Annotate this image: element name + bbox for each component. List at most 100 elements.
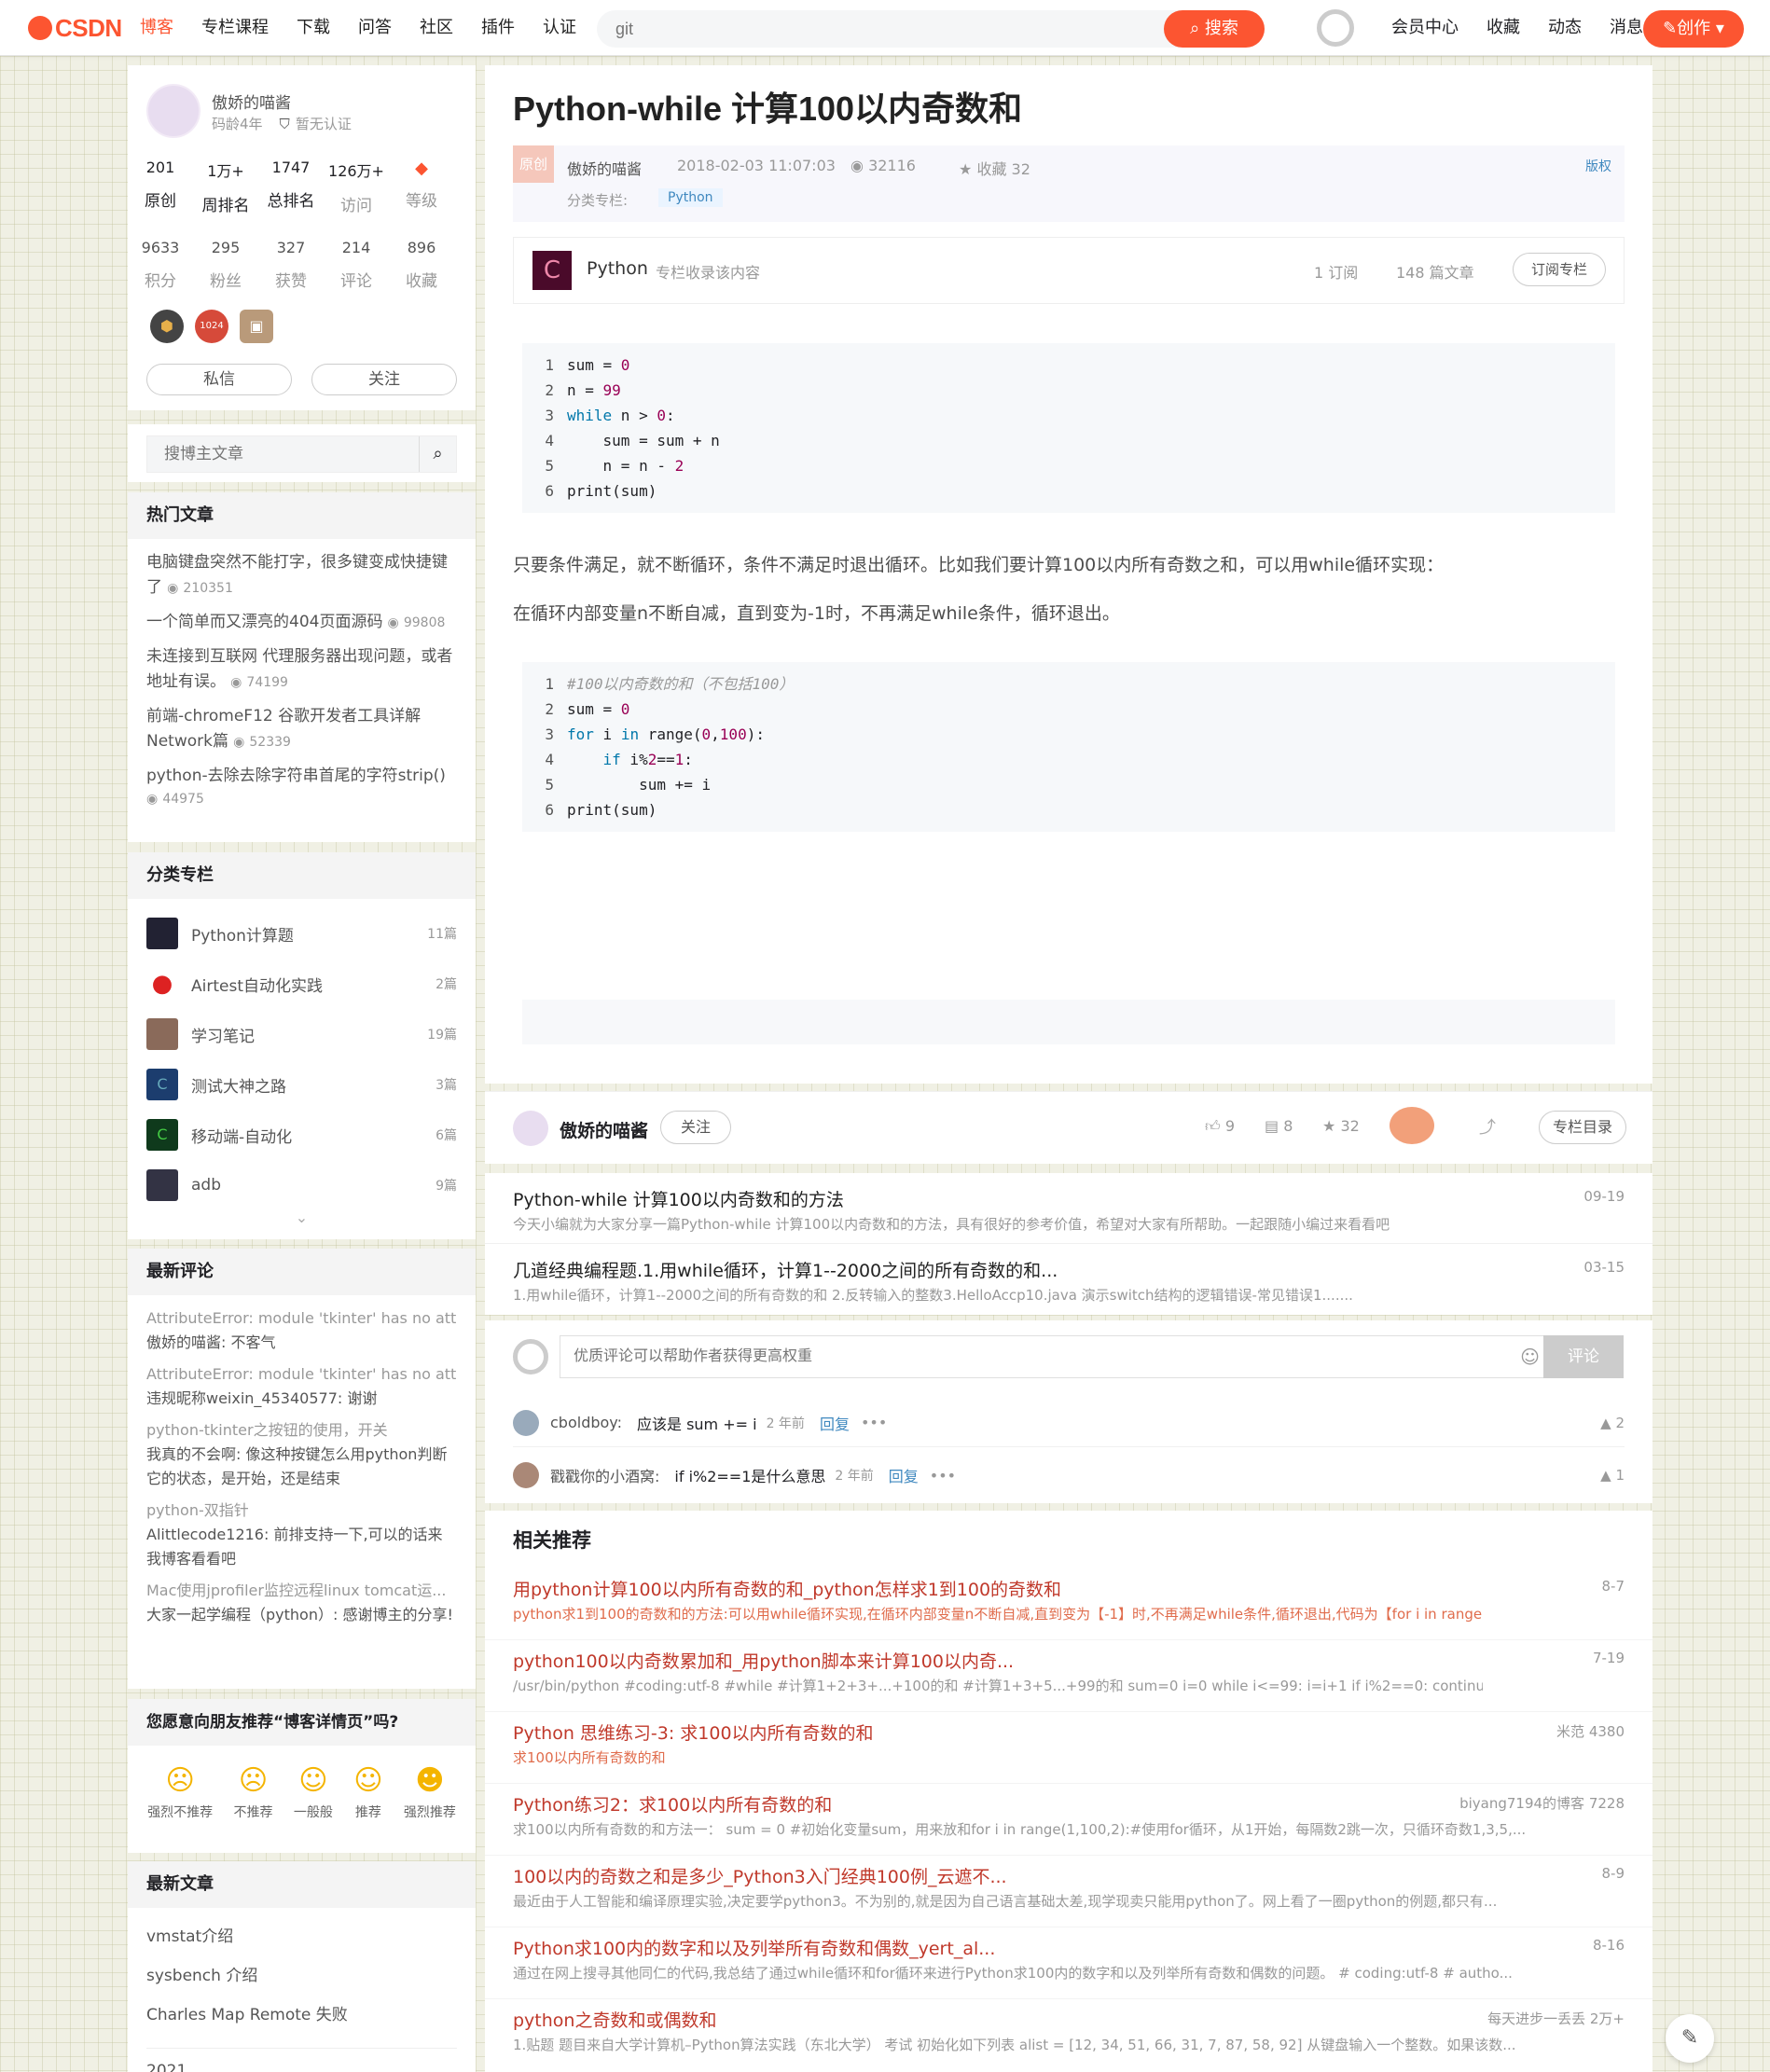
edit-float-icon[interactable]: ✎ bbox=[1666, 2014, 1714, 2063]
survey-title: 您愿意向朋友推荐“博客详情页”吗? bbox=[128, 1699, 476, 1746]
reward-icon[interactable] bbox=[1390, 1107, 1434, 1144]
badge-1024-icon[interactable]: 1024 bbox=[195, 310, 228, 343]
comment-item[interactable]: Mac使用jprofiler监控远程linux tomcat运... 大家一起学编… bbox=[146, 1579, 457, 1627]
chevron-down-icon[interactable]: ⌄ bbox=[128, 1209, 476, 1226]
subscribe-button[interactable]: 订阅专栏 bbox=[1513, 253, 1606, 286]
emoji-icon[interactable]: ☺ bbox=[1520, 1346, 1540, 1368]
comment-like[interactable]: ▲ 1 bbox=[1600, 1467, 1625, 1484]
recommend-item[interactable]: Python-while 计算100以内奇数和的方法 今天小编就为大家分享一篇P… bbox=[485, 1173, 1652, 1244]
favorite-button[interactable]: ★ 32 bbox=[1322, 1117, 1360, 1135]
badge-hex-icon[interactable]: ⬢ bbox=[150, 310, 184, 343]
stat-total-rank[interactable]: 1747 总排名 bbox=[258, 159, 324, 215]
related-item[interactable]: Python 思维练习-3: 求100以内所有奇数的和 求100以内所有奇数的和米… bbox=[485, 1712, 1652, 1784]
more-icon[interactable]: ••• bbox=[861, 1414, 887, 1431]
category-item[interactable]: adb 9篇 bbox=[146, 1160, 457, 1210]
related-item[interactable]: python100以内奇数累加和_用python脚本来计算100以内奇.../u… bbox=[485, 1640, 1652, 1712]
hot-item[interactable]: 一个简单而又漂亮的404页面源码 ◉ 99808 bbox=[146, 610, 457, 635]
meta-fav[interactable]: ★ 收藏 32 bbox=[959, 157, 1030, 179]
more-icon[interactable]: ••• bbox=[930, 1467, 956, 1485]
category-tag[interactable]: Python bbox=[658, 188, 723, 207]
search-input[interactable] bbox=[597, 10, 1147, 48]
survey-option[interactable]: ☻ 强烈推荐 bbox=[404, 1764, 456, 1821]
hot-item[interactable]: 未连接到互联网 代理服务器出现问题，或者地址有误。 ◉ 74199 bbox=[146, 644, 457, 695]
reply-link[interactable]: 回复 bbox=[820, 1412, 850, 1434]
comment-item[interactable]: python-双指针 Alittlecode1216: 前排支持一下,可以的话来我… bbox=[146, 1499, 457, 1571]
survey-option[interactable]: ☺ 一般般 bbox=[294, 1764, 333, 1821]
nav-courses[interactable]: 专栏课程 bbox=[201, 0, 269, 56]
comment-button[interactable]: ▤ 8 bbox=[1265, 1117, 1293, 1135]
comment-input[interactable] bbox=[560, 1336, 1474, 1377]
category-item[interactable]: C 移动端-自动化 6篇 bbox=[146, 1110, 457, 1160]
stat-level[interactable]: ◆ 等级 bbox=[389, 159, 454, 215]
recommend-item[interactable]: 几道经典编程题.1.用while循环，计算1--2000之间的所有奇数的和...… bbox=[485, 1244, 1652, 1315]
related-item[interactable]: 100以内的奇数之和是多少_Python3入门经典100例_云遮不... 最近由于… bbox=[485, 1856, 1652, 1927]
stat-week-rank[interactable]: 1万+ 周排名 bbox=[193, 159, 258, 215]
meta-author[interactable]: 傲娇的喵酱 bbox=[567, 157, 642, 179]
comment-like[interactable]: ▲ 2 bbox=[1600, 1415, 1625, 1431]
nav-favorites[interactable]: 收藏 bbox=[1487, 0, 1520, 56]
create-button[interactable]: ✎创作 ▾ bbox=[1643, 10, 1744, 48]
survey-option[interactable]: ☹ 强烈不推荐 bbox=[147, 1764, 213, 1821]
commenter-avatar[interactable] bbox=[513, 1409, 539, 1436]
related-item[interactable]: 用python计算100以内所有奇数的和_python怎样求1到100的奇数和 p… bbox=[485, 1568, 1652, 1640]
user-avatar[interactable] bbox=[1317, 9, 1354, 47]
author-name[interactable]: 傲娇的喵酱 bbox=[212, 90, 291, 113]
survey-option[interactable]: ☹ 不推荐 bbox=[234, 1764, 273, 1821]
follow-button[interactable]: 关注 bbox=[311, 364, 457, 395]
nav-vip[interactable]: 会员中心 bbox=[1391, 0, 1459, 56]
share-icon[interactable]: ⤴ bbox=[1479, 1114, 1496, 1139]
hot-articles-card: 热门文章 电脑键盘突然不能打字，很多键变成快捷键了 ◉ 210351 一个简单而… bbox=[128, 492, 476, 842]
comment-item[interactable]: AttributeError: module 'tkinter' has no … bbox=[146, 1362, 457, 1411]
nav-feed[interactable]: 动态 bbox=[1548, 0, 1582, 56]
archive-year[interactable]: 2021 bbox=[146, 2048, 457, 2072]
message-button[interactable]: 私信 bbox=[146, 364, 292, 395]
submit-comment-button[interactable]: 评论 bbox=[1543, 1335, 1624, 1378]
latest-item[interactable]: vmstat介绍 bbox=[146, 1917, 457, 1956]
nav-qa[interactable]: 问答 bbox=[358, 0, 392, 56]
category-item[interactable]: C 测试大神之路 3篇 bbox=[146, 1059, 457, 1110]
category-item[interactable]: ● Airtest自动化实践 2篇 bbox=[146, 959, 457, 1009]
nav-community[interactable]: 社区 bbox=[420, 0, 453, 56]
badge-box-icon[interactable]: ▣ bbox=[240, 310, 273, 343]
author-avatar[interactable] bbox=[513, 1111, 548, 1146]
like-button[interactable]: 👍︎ 9 bbox=[1205, 1117, 1235, 1136]
author-meta: 码龄4年 ⛉ 暂无认证 bbox=[212, 115, 352, 133]
code-block-1: 1 sum = 0 2n = 99 3 while n > 0: 4 sum = s… bbox=[522, 343, 1615, 513]
toolbar-follow-button[interactable]: 关注 bbox=[660, 1111, 731, 1144]
category-item[interactable]: Python计算题 11篇 bbox=[146, 908, 457, 959]
profile-card: 傲娇的喵酱 码龄4年 ⛉ 暂无认证 201 原创 1万+ 周排名 1747 总排名 126… bbox=[128, 65, 476, 410]
column-name[interactable]: Python bbox=[587, 258, 648, 279]
categories-title: 分类专栏 bbox=[128, 852, 476, 899]
reply-link[interactable]: 回复 bbox=[889, 1464, 919, 1486]
nav-blog[interactable]: 博客 bbox=[140, 0, 173, 56]
stat-favorites: 896 收藏 bbox=[406, 239, 437, 291]
ad-placeholder bbox=[522, 1000, 1615, 1044]
related-item[interactable]: Python求100内的数字和以及列举所有奇数和偶数_yert_al... 通过在… bbox=[485, 1927, 1652, 1999]
comment-item[interactable]: python-tkinter之按钮的使用，开关 我真的不会啊: 像这种按键怎么用p… bbox=[146, 1418, 457, 1491]
hot-item[interactable]: 前端-chromeF12 谷歌开发者工具详解Network篇 ◉ 52339 bbox=[146, 704, 457, 754]
latest-item[interactable]: Charles Map Remote 失败 bbox=[146, 1996, 457, 2035]
search-icon[interactable]: ⌕ bbox=[419, 436, 456, 472]
main-nav: 博客 专栏课程 下载 问答 社区 插件 认证 bbox=[140, 0, 604, 56]
nav-cert[interactable]: 认证 bbox=[543, 0, 576, 56]
commenter-avatar[interactable] bbox=[513, 1462, 539, 1488]
survey-option[interactable]: ☺ 推荐 bbox=[353, 1764, 382, 1821]
related-item[interactable]: Python练习2：求100以内所有奇数的和 求100以内所有奇数的和方法一： s… bbox=[485, 1784, 1652, 1856]
author-avatar[interactable] bbox=[146, 84, 201, 138]
category-item[interactable]: 学习笔记 19篇 bbox=[146, 1009, 457, 1059]
toolbar-author[interactable]: 傲娇的喵酱 bbox=[560, 1117, 648, 1142]
hot-item[interactable]: 电脑键盘突然不能打字，很多键变成快捷键了 ◉ 210351 bbox=[146, 550, 457, 601]
nav-download[interactable]: 下载 bbox=[297, 0, 330, 56]
csdn-logo[interactable]: CSDN bbox=[28, 14, 122, 43]
copyright-link[interactable]: 版权 bbox=[1585, 157, 1611, 175]
hot-item[interactable]: python-去除去除字符串首尾的字符strip() ◉ 44975 bbox=[146, 764, 457, 807]
toc-button[interactable]: 专栏目录 bbox=[1539, 1111, 1626, 1144]
latest-item[interactable]: sysbench 介绍 bbox=[146, 1956, 457, 1996]
comment-item[interactable]: AttributeError: module 'tkinter' has no … bbox=[146, 1306, 457, 1355]
stat-original[interactable]: 201 原创 bbox=[128, 159, 193, 215]
blog-search-input[interactable] bbox=[147, 436, 408, 472]
related-item[interactable]: python之奇数和或偶数和 1.贴题 题目来自大学计算机–Python算法实践（… bbox=[485, 1999, 1652, 2071]
search-button[interactable]: ⌕ 搜索 bbox=[1164, 10, 1265, 48]
nav-plugin[interactable]: 插件 bbox=[481, 0, 515, 56]
my-avatar bbox=[513, 1339, 548, 1374]
